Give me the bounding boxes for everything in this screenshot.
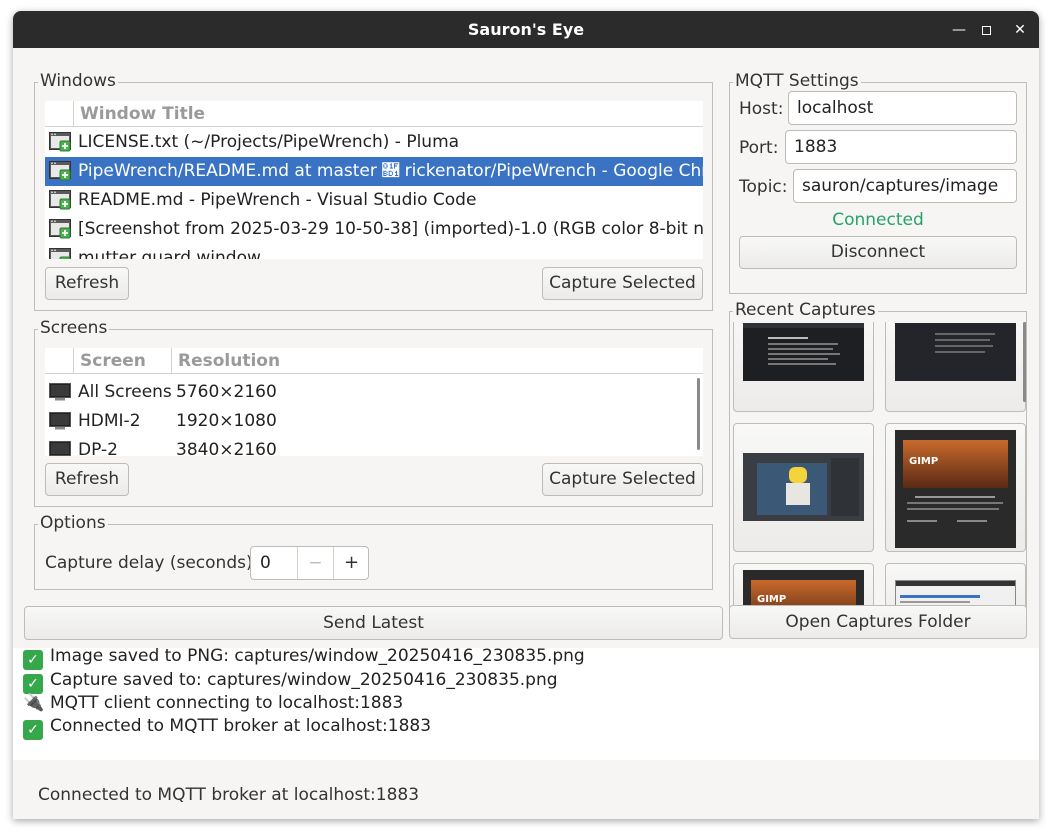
decrement-button[interactable]: −	[297, 547, 333, 579]
topic-label: Topic:	[739, 177, 788, 197]
capture-delay-spinbox[interactable]: 0 − +	[250, 546, 369, 580]
screen-list-item[interactable]: DP-2 3840×2160	[45, 436, 703, 456]
main-area: Windows Window Title LICENSE.txt (~/Proj…	[13, 48, 1039, 819]
capture-thumbnail[interactable]	[733, 322, 874, 412]
application-window-icon	[49, 248, 71, 259]
app-window: Sauron's Eye — ✕ Windows Window Title LI…	[13, 11, 1039, 819]
windows-group-title: Windows	[38, 71, 118, 91]
screen-list-item[interactable]: HDMI-2 1920×1080	[45, 407, 703, 436]
open-captures-folder-button[interactable]: Open Captures Folder	[729, 605, 1027, 639]
log-line: ✓ Capture saved to: captures/window_20250…	[23, 670, 558, 694]
options-group: Options Capture delay (seconds): 0 − +	[34, 513, 713, 590]
screens-group: Screens Screen Resolution All Screens 576…	[34, 318, 713, 507]
window-list-item[interactable]: README.md - PipeWrench - Visual Studio C…	[45, 186, 703, 215]
windows-group: Windows Window Title LICENSE.txt (~/Proj…	[34, 71, 713, 311]
screens-refresh-button[interactable]: Refresh	[45, 463, 129, 496]
recent-captures-scrollbar[interactable]	[1023, 322, 1026, 402]
minimize-icon[interactable]: —	[948, 19, 970, 41]
log-line: ✓ Image saved to PNG: captures/window_202…	[23, 648, 585, 670]
window-list-item[interactable]: PipeWrench/README.md at master 🯑 rickena…	[45, 157, 703, 186]
maximize-icon[interactable]	[975, 19, 997, 41]
capture-thumbnail[interactable]	[885, 563, 1026, 610]
application-window-icon	[49, 219, 71, 239]
monitor-icon	[49, 412, 71, 430]
capture-thumbnail[interactable]: GIMP	[733, 563, 874, 610]
windows-refresh-button[interactable]: Refresh	[45, 267, 129, 300]
options-group-title: Options	[38, 513, 108, 533]
increment-button[interactable]: +	[333, 547, 368, 579]
port-label: Port:	[739, 138, 779, 158]
capture-delay-value[interactable]: 0	[260, 553, 271, 573]
status-bar: Connected to MQTT broker at localhost:18…	[38, 785, 420, 805]
capture-thumbnail[interactable]	[885, 322, 1026, 412]
check-icon: ✓	[23, 674, 43, 694]
check-icon: ✓	[23, 720, 43, 740]
log-panel[interactable]: ✓ Image saved to PNG: captures/window_202…	[13, 648, 1039, 760]
monitor-icon	[49, 441, 71, 456]
topic-input[interactable]: sauron/captures/image	[793, 169, 1017, 203]
recent-captures-group: Recent Captures GIMP GIMP	[729, 300, 1027, 611]
monitor-icon	[49, 383, 71, 401]
screens-list[interactable]: Screen Resolution All Screens 5760×2160 HD…	[45, 348, 703, 456]
send-latest-button[interactable]: Send Latest	[24, 606, 723, 640]
connection-status: Connected	[832, 210, 924, 230]
windows-capture-selected-button[interactable]: Capture Selected	[542, 267, 703, 300]
screens-list-header[interactable]: Screen Resolution	[45, 348, 703, 374]
screens-capture-selected-button[interactable]: Capture Selected	[542, 463, 703, 496]
log-line: ✓ Connected to MQTT broker at localhost:1…	[23, 716, 431, 740]
plug-icon: 🔌	[23, 693, 45, 713]
host-label: Host:	[739, 99, 784, 119]
close-icon[interactable]: ✕	[1009, 19, 1031, 41]
window-title: Sauron's Eye	[467, 20, 585, 39]
resolution-column-header[interactable]: Resolution	[178, 351, 280, 371]
window-list-item[interactable]: LICENSE.txt (~/Projects/PipeWrench) - Pl…	[45, 128, 703, 157]
window-list-item[interactable]: [Screenshot from 2025-03-29 10-50-38] (i…	[45, 215, 703, 244]
application-window-icon	[49, 132, 71, 152]
mqtt-settings-title: MQTT Settings	[733, 71, 861, 91]
windows-list[interactable]: Window Title LICENSE.txt (~/Projects/Pip…	[45, 101, 703, 259]
capture-delay-label: Capture delay (seconds):	[45, 553, 259, 573]
mqtt-settings-group: MQTT Settings Host: localhost Port: 1883…	[729, 71, 1027, 294]
port-input[interactable]: 1883	[785, 130, 1017, 164]
screens-group-title: Screens	[38, 318, 110, 338]
recent-captures-title: Recent Captures	[733, 300, 878, 320]
title-bar[interactable]: Sauron's Eye — ✕	[13, 11, 1039, 48]
application-window-icon	[49, 161, 71, 181]
capture-thumbnail[interactable]	[733, 423, 874, 552]
window-list-item[interactable]: mutter guard window	[45, 244, 703, 259]
screen-list-item[interactable]: All Screens 5760×2160	[45, 378, 703, 407]
screens-scrollbar[interactable]	[697, 378, 700, 450]
check-icon: ✓	[23, 650, 43, 670]
disconnect-button[interactable]: Disconnect	[739, 236, 1017, 269]
recent-captures-grid[interactable]: GIMP GIMP	[730, 322, 1026, 610]
host-input[interactable]: localhost	[788, 91, 1017, 125]
capture-thumbnail[interactable]: GIMP	[885, 423, 1026, 552]
log-line: 🔌 MQTT client connecting to localhost:188…	[23, 693, 404, 713]
windows-list-header[interactable]: Window Title	[45, 101, 703, 127]
window-title-column-header[interactable]: Window Title	[80, 104, 205, 124]
application-window-icon	[49, 190, 71, 210]
screen-column-header[interactable]: Screen	[80, 351, 146, 371]
